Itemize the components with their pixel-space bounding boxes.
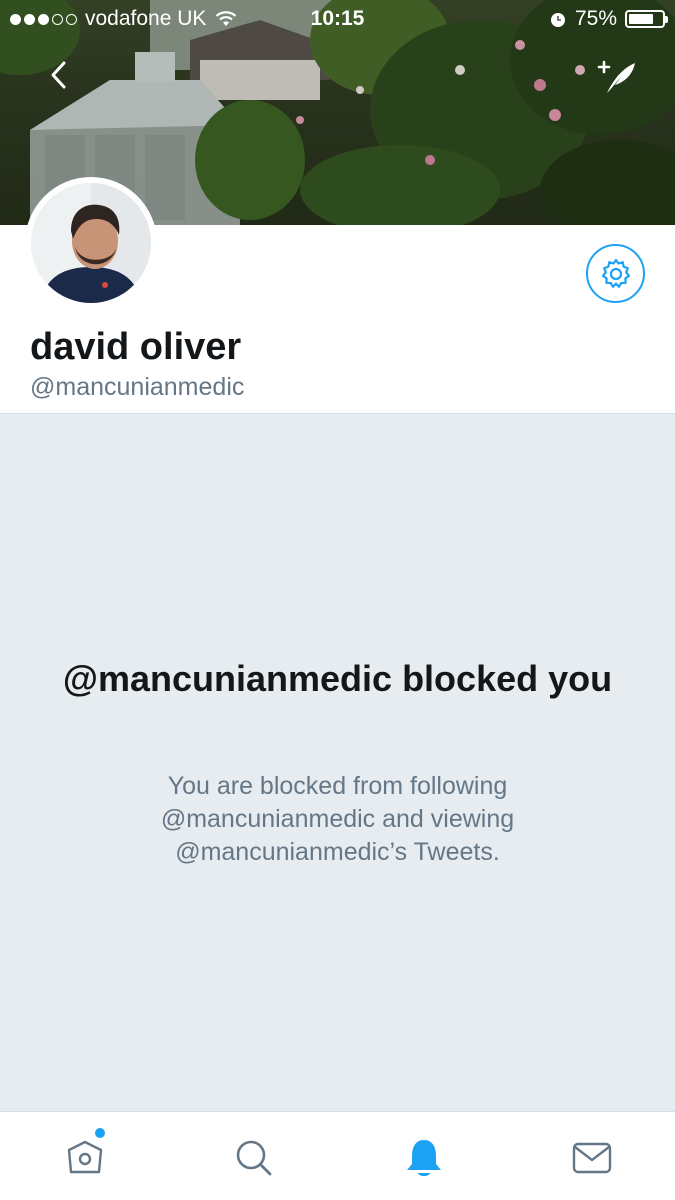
battery-icon [625,10,668,28]
compose-tweet-icon [597,60,635,93]
status-right: 75% [549,7,668,31]
gear-icon [601,258,630,288]
profile-handle: @mancunianmedic [30,373,245,401]
messages-envelope-icon [572,1142,612,1174]
tab-home[interactable] [63,1136,107,1180]
tab-search[interactable] [232,1136,276,1180]
battery-fill [629,14,653,24]
tab-notifications[interactable] [402,1136,446,1180]
chevron-left-icon [51,61,66,89]
avatar-photo [31,183,151,303]
tab-messages[interactable] [570,1136,614,1180]
battery-percent: 75% [574,7,617,30]
search-icon [236,1140,272,1176]
back-button[interactable] [40,55,80,95]
home-icon [67,1140,103,1174]
compose-tweet-button[interactable] [593,55,641,97]
tab-bar [0,1111,675,1200]
profile-name: david oliver [30,326,242,368]
profile-avatar[interactable] [25,177,157,309]
blocked-message-panel: @mancunianmedic blocked you You are bloc… [0,413,675,1111]
home-notification-badge [95,1128,105,1138]
blocked-title: @mancunianmedic blocked you [62,658,613,699]
notifications-bell-icon [407,1140,441,1176]
profile-settings-button[interactable] [586,244,645,303]
status-bar: vodafone UK 10:15 75% [0,0,675,40]
alarm-icon [550,13,565,27]
blocked-description: You are blocked from following @mancunia… [160,772,515,866]
